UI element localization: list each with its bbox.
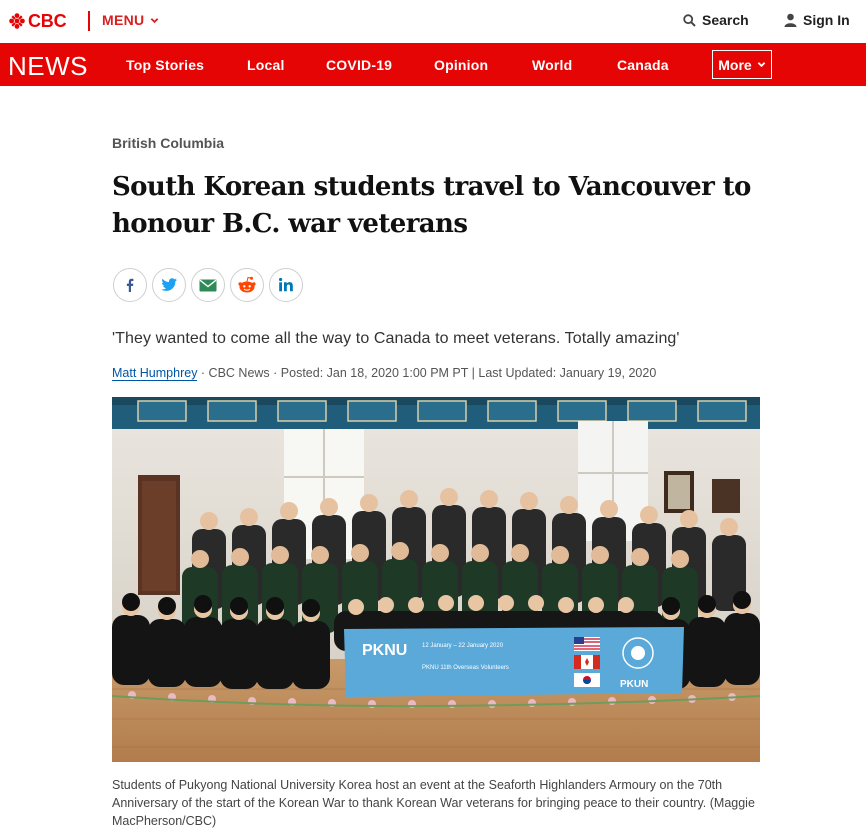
facebook-icon: [126, 278, 134, 292]
search-icon: [683, 13, 696, 27]
linkedin-icon: [279, 277, 293, 292]
article-category[interactable]: British Columbia: [112, 135, 224, 151]
nav-item-opinion[interactable]: Opinion: [434, 57, 488, 73]
byline-meta: · CBC News · Posted: Jan 18, 2020 1:00 P…: [197, 366, 657, 380]
sign-in-label: Sign In: [803, 12, 850, 28]
nav-item-world[interactable]: World: [532, 57, 572, 73]
nav-item-local[interactable]: Local: [247, 57, 285, 73]
share-linkedin-button[interactable]: [269, 268, 303, 302]
menu-button[interactable]: MENU: [102, 12, 159, 28]
share-reddit-button[interactable]: [230, 268, 264, 302]
top-utility-bar: CBC MENU Search Sign In: [0, 0, 866, 43]
author-link[interactable]: Matt Humphrey: [112, 366, 198, 381]
banner-subtitle: PKNU 11th Overseas Volunteers: [422, 665, 509, 671]
nav-item-top-stories[interactable]: Top Stories: [126, 57, 204, 73]
search-button[interactable]: Search: [683, 12, 749, 28]
twitter-icon: [161, 278, 177, 291]
banner-dates: 12 January – 22 January 2020: [422, 643, 504, 649]
share-buttons: [113, 268, 308, 302]
photo-caption: Students of Pukyong National University …: [112, 778, 755, 828]
article-headline: South Korean students travel to Vancouve…: [112, 172, 751, 239]
cbc-gem-icon: [9, 13, 25, 29]
article-deck: 'They wanted to come all the way to Cana…: [112, 330, 680, 347]
chevron-down-icon: [151, 17, 159, 23]
more-button[interactable]: More: [712, 50, 772, 79]
chevron-down-icon: [757, 62, 766, 68]
share-facebook-button[interactable]: [113, 268, 147, 302]
reddit-icon: [238, 276, 256, 293]
email-icon: [199, 279, 217, 291]
pknu-banner: PKNU 12 January – 22 January 2020 PKNU 1…: [344, 627, 684, 697]
more-label: More: [718, 56, 752, 73]
cbc-logo-text: CBC: [28, 10, 67, 31]
sign-in-button[interactable]: Sign In: [784, 12, 850, 28]
share-twitter-button[interactable]: [152, 268, 186, 302]
menu-label: MENU: [102, 12, 145, 28]
nav-item-canada[interactable]: Canada: [617, 57, 669, 73]
cbc-logo[interactable]: CBC: [9, 10, 67, 31]
article-byline: Matt Humphrey · CBC News · Posted: Jan 1…: [112, 366, 657, 381]
group-photo-illustration: PKNU 12 January – 22 January 2020 PKNU 1…: [112, 397, 760, 762]
banner-org: PKUN: [620, 679, 648, 690]
news-section-title[interactable]: NEWS: [8, 51, 88, 82]
logo-divider: [88, 11, 90, 31]
banner-title: PKNU: [362, 642, 407, 659]
search-label: Search: [702, 12, 749, 28]
share-email-button[interactable]: [191, 268, 225, 302]
user-icon: [784, 13, 797, 27]
nav-item-covid-19[interactable]: COVID-19: [326, 57, 392, 73]
article-photo: PKNU 12 January – 22 January 2020 PKNU 1…: [112, 397, 760, 762]
